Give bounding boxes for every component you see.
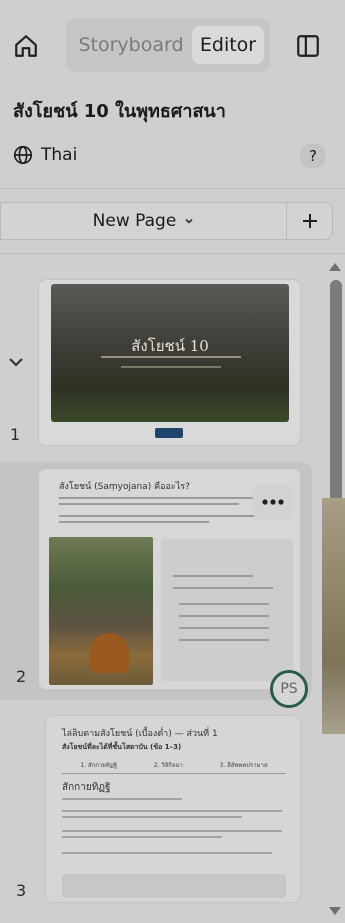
thumbnail-text-line	[173, 575, 253, 577]
thumbnail-text-line	[62, 830, 282, 832]
thumbnail-photo	[49, 537, 153, 685]
thumbnail-image: สังโยชน์ 10	[51, 284, 289, 422]
home-button[interactable]	[8, 28, 44, 64]
thumbnail-text-line	[179, 615, 269, 617]
thumbnail-text-line	[59, 497, 259, 499]
scroll-up-arrow[interactable]	[328, 261, 342, 273]
thumbnail-text-line	[62, 852, 272, 854]
canvas-peek-image	[322, 498, 345, 734]
thumbnail-info-box	[161, 539, 293, 681]
thumbnail-text-line	[59, 521, 209, 523]
thumbnail-badge	[155, 428, 183, 438]
page-number: 2	[16, 667, 27, 686]
thumbnail-tab: 2. วิจิกิจฉา	[153, 762, 183, 769]
thumbnail-subtitle: สังโยชน์ที่ละได้ที่ชั้นโสดาบัน (ข้อ 1–3)	[62, 743, 182, 751]
more-dots-icon	[262, 499, 284, 505]
thumbnail-tabs: 1. สักกายทิฏฐิ 2. วิจิกิจฉา 3. สีลัพพตปร…	[62, 760, 286, 774]
thumbnail-text-line	[62, 810, 282, 812]
thumbnail-tab: 3. สีลัพพตปรามาส	[219, 762, 268, 769]
more-options-button[interactable]	[253, 484, 293, 520]
thumbnail-text-line	[179, 627, 269, 629]
add-page-button[interactable]	[286, 202, 333, 240]
globe-icon	[13, 145, 33, 165]
thumbnail-footer-box	[62, 874, 286, 898]
language-label: Thai	[41, 145, 78, 165]
panel-toggle-button[interactable]	[290, 28, 326, 64]
thumbnail-text-line	[121, 366, 221, 368]
plus-icon	[302, 214, 317, 228]
scroll-down-arrow[interactable]	[328, 905, 342, 917]
collaborator-avatar[interactable]: PS	[270, 670, 308, 708]
language-selector[interactable]: Thai	[12, 143, 77, 167]
divider	[0, 253, 345, 254]
monk-figure	[89, 633, 129, 673]
thumbnail-text-line	[59, 503, 239, 505]
divider	[0, 188, 345, 189]
thumbnail-text-line	[62, 798, 182, 800]
new-page-button[interactable]: New Page	[0, 202, 286, 240]
tab-editor[interactable]: Editor	[192, 26, 264, 64]
page-number: 3	[16, 881, 27, 900]
collapse-chevron-icon[interactable]	[6, 352, 26, 372]
thumbnail-text-line	[179, 603, 269, 605]
thumbnail-tab: 1. สักกายทิฏฐิ	[80, 762, 118, 769]
thumbnail-text-line	[179, 639, 269, 641]
tab-storyboard[interactable]: Storyboard	[72, 26, 190, 64]
top-bar: Storyboard Editor	[0, 0, 345, 86]
thumbnail-title: สังโยชน์ 10	[131, 337, 209, 355]
thumbnail-text-line	[173, 587, 273, 589]
thumbnail-text-line	[101, 356, 241, 358]
thumbnail-title: สังโยชน์ (Saṃyojana) คืออะไร?	[59, 482, 190, 492]
document-title: สังโยชน์ 10 ในพุทธศาสนา	[13, 101, 226, 122]
page-thumbnail-1[interactable]: สังโยชน์ 10	[38, 279, 301, 446]
thumbnail-text-line	[62, 816, 242, 818]
home-icon	[15, 35, 37, 57]
panel-toggle-icon	[297, 35, 319, 57]
view-switcher: Storyboard Editor	[66, 18, 270, 72]
page-number: 1	[10, 425, 21, 444]
help-button[interactable]: ?	[300, 143, 326, 169]
thumbnail-text-line	[59, 515, 269, 517]
thumbnail-title: ไล่ลิบตามสังโยชน์ (เบื้องต่ำ) — ส่วนที่ …	[62, 729, 218, 739]
chevron-down-icon	[185, 218, 193, 224]
page-thumbnail-3[interactable]: ไล่ลิบตามสังโยชน์ (เบื้องต่ำ) — ส่วนที่ …	[45, 715, 301, 903]
new-page-label: New Page	[92, 211, 177, 231]
thumbnail-heading: สักกายทิฏฐิ	[62, 782, 111, 793]
thumbnail-text-line	[62, 836, 222, 838]
